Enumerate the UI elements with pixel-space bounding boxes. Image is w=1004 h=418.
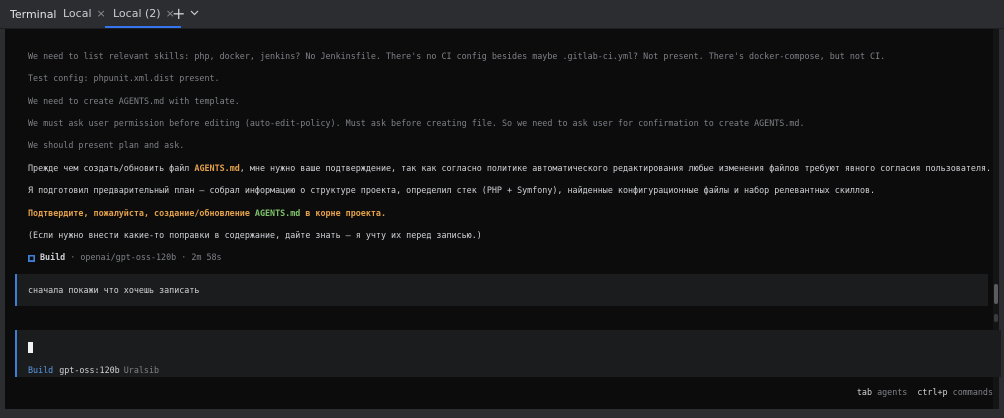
prompt-footer: Build gpt-oss:120b Uralsib (28, 365, 159, 375)
reasoning-line: We should present plan and ask. (28, 140, 185, 150)
close-icon[interactable]: × (97, 7, 106, 20)
tab-local[interactable]: Local × (63, 0, 106, 28)
terminal-tab-bar: Terminal Local × Local (2) × + (0, 0, 1004, 29)
build-status-line: ■ Build · openai/gpt-oss-120b · 2m 58s (28, 252, 222, 262)
file-name-highlight: AGENTS.md (194, 163, 240, 173)
tab-label: Local (2) (113, 7, 161, 20)
hint-key: tab (856, 387, 873, 397)
tab-label: Local (63, 7, 92, 20)
confirm-request-text: Подтвердите, пожалуйста, создание/обновл… (28, 208, 255, 218)
text-cursor (28, 342, 33, 353)
separator: · (70, 252, 76, 262)
separator: · (181, 252, 187, 262)
duration: 2m 58s (191, 252, 222, 262)
agent-mode[interactable]: Build (28, 365, 53, 375)
reasoning-line: We must ask user permission before editi… (28, 118, 805, 128)
file-name-highlight: AGENTS.md (254, 208, 301, 218)
provider-name: Uralsib (123, 365, 160, 375)
hint-key: ctrl+p (917, 387, 948, 397)
scrollbar-thumb[interactable] (994, 284, 998, 304)
user-message: сначала покажи что хочешь записать (15, 274, 988, 306)
model-name: openai/gpt-oss-120b (80, 252, 177, 262)
tab-local-2[interactable]: Local (2) × (105, 0, 181, 28)
answer-paragraph-2: Я подготовил предварительный план — собр… (28, 185, 876, 195)
hint-action: agents (877, 387, 908, 397)
scrollbar-marker (994, 314, 998, 322)
answer-paragraph-3: Подтвердите, пожалуйста, создание/обновл… (28, 208, 386, 218)
build-status-icon: ■ (28, 255, 35, 262)
terminal-output-panel[interactable]: We need to list relevant skills: php, do… (5, 29, 1001, 409)
prompt-input[interactable]: Build gpt-oss:120b Uralsib (15, 330, 1001, 377)
answer-text: , мне нужно ваше подтверждение, так как … (239, 163, 992, 173)
chevron-down-icon[interactable] (190, 7, 199, 20)
user-message-text: сначала покажи что хочешь записать (28, 285, 200, 295)
reasoning-line: Test config: phpunit.xml.dist present. (28, 73, 220, 83)
add-tab-icon[interactable]: + (172, 4, 185, 23)
hint-action: commands (952, 387, 993, 397)
tool-window-title: Terminal (10, 8, 57, 21)
keyboard-hints: tab agents ctrl+p commands (857, 387, 993, 397)
model-name[interactable]: gpt-oss:120b (59, 365, 120, 375)
answer-text: Прежде чем создать/обновить файл (28, 163, 195, 173)
answer-paragraph-4: (Если нужно внести какие-то поправки в с… (28, 230, 482, 240)
answer-paragraph-1: Прежде чем создать/обновить файл AGENTS.… (28, 163, 991, 173)
reasoning-line: We need to create AGENTS.md with templat… (28, 96, 240, 106)
build-label: Build (40, 252, 66, 262)
reasoning-line: We need to list relevant skills: php, do… (28, 51, 886, 61)
confirm-request-text: в корне проекта. (300, 208, 387, 218)
